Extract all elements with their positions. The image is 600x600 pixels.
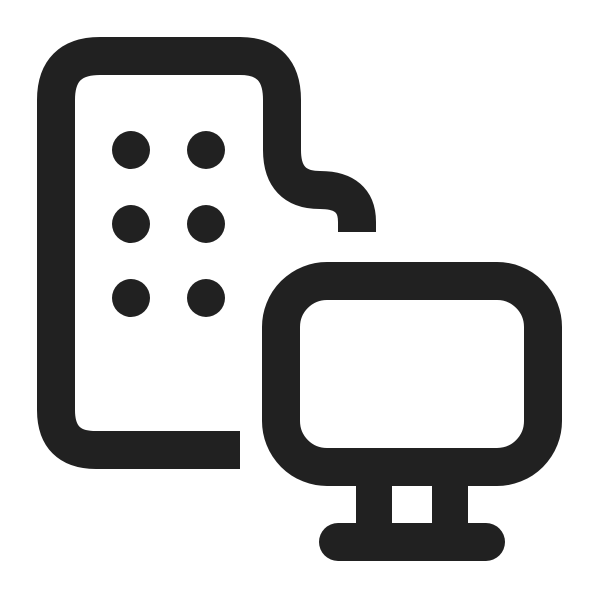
window-dot: [112, 205, 150, 243]
icon-canvas: [0, 0, 600, 600]
monitor-base: [319, 523, 505, 561]
building-desktop-icon: [37, 37, 562, 561]
monitor-screen: [262, 262, 562, 486]
window-dot: [187, 279, 225, 317]
window-dot: [112, 131, 150, 169]
window-dot: [187, 205, 225, 243]
window-dot: [187, 131, 225, 169]
building-outline: [37, 37, 376, 469]
window-dot: [112, 279, 150, 317]
